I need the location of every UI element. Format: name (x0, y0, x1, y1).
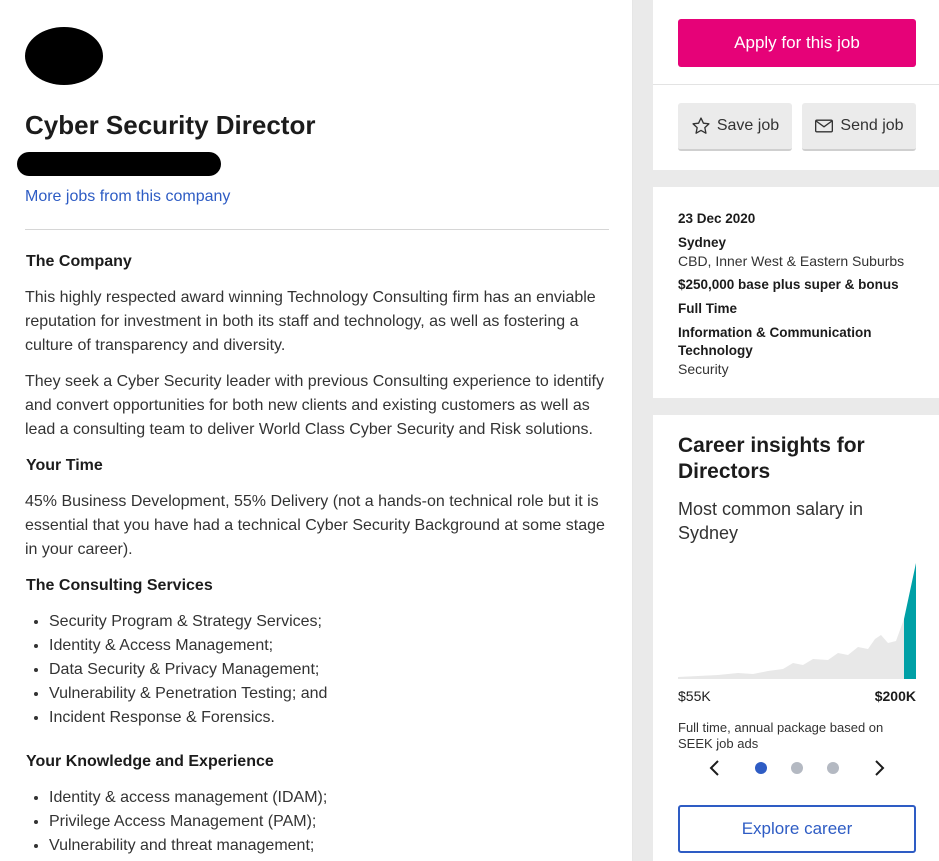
list-item: Identity & Access Management; (49, 634, 615, 658)
services-heading: The Consulting Services (26, 577, 213, 594)
carousel-dot[interactable] (791, 762, 803, 774)
career-insights-card: Career insights for Directors Most commo… (653, 415, 939, 861)
save-job-button[interactable]: Save job (678, 103, 792, 151)
subclassification: Security (678, 361, 729, 377)
apply-button[interactable]: Apply for this job (678, 19, 916, 67)
salary-max-label: $200K (874, 688, 916, 704)
job-title: Cyber Security Director (25, 110, 316, 140)
save-job-label: Save job (716, 117, 780, 134)
company-paragraph-2: They seek a Cyber Security leader with p… (25, 373, 604, 438)
chevron-left-icon[interactable] (703, 755, 727, 781)
list-item: Security Program & Strategy Services; (49, 610, 615, 634)
send-job-label: Send job (840, 117, 904, 134)
salary-distribution-chart (678, 563, 916, 679)
list-item: Incident Response & Forensics. (49, 706, 615, 730)
area: CBD, Inner West & Eastern Suburbs (678, 253, 905, 269)
star-outline-icon (691, 116, 711, 136)
location: Sydney (678, 235, 727, 250)
salary: $250,000 base plus super & bonus (678, 277, 899, 292)
classification: Information & Communication Technology (678, 325, 872, 358)
insights-subtitle: Most common salary in Sydney (678, 499, 864, 543)
more-jobs-link[interactable]: More jobs from this company (25, 188, 230, 206)
time-paragraph: 45% Business Development, 55% Delivery (… (25, 493, 605, 558)
knowledge-heading: Your Knowledge and Experience (26, 753, 274, 770)
carousel-dot[interactable] (827, 762, 839, 774)
explore-career-button[interactable]: Explore career (678, 805, 916, 853)
carousel-dot[interactable] (755, 762, 767, 774)
job-info-card: 23 Dec 2020 Sydney CBD, Inner West & Eas… (653, 187, 939, 398)
send-job-button[interactable]: Send job (802, 103, 916, 151)
knowledge-list: Identity & access management (IDAM); Pri… (49, 786, 615, 858)
company-paragraph-1: This highly respected award winning Tech… (25, 289, 596, 354)
list-item: Vulnerability & Penetration Testing; and (49, 682, 615, 706)
company-logo (25, 27, 103, 85)
services-list: Security Program & Strategy Services; Id… (49, 610, 615, 730)
job-meta: 23 Dec 2020 Sydney CBD, Inner West & Eas… (678, 210, 933, 378)
insights-carousel (678, 755, 916, 781)
job-description-panel: Cyber Security Director More jobs from t… (0, 0, 633, 861)
insights-title: Career insights for Directors (678, 434, 865, 483)
work-type: Full Time (678, 301, 738, 316)
salary-distribution-area (678, 619, 916, 679)
list-item: Data Security & Privacy Management; (49, 658, 615, 682)
time-heading: Your Time (26, 457, 103, 474)
envelope-icon (814, 118, 834, 134)
salary-highlight-bar (904, 563, 916, 679)
salary-min-label: $55K (678, 688, 711, 704)
actions-card: Apply for this job Save job Send job (653, 0, 939, 170)
list-item: Vulnerability and threat management; (49, 834, 615, 858)
chevron-right-icon[interactable] (867, 755, 891, 781)
advertiser-name-redacted (17, 152, 221, 176)
divider (25, 229, 609, 230)
insights-note: Full time, annual package based on SEEK … (678, 720, 884, 751)
list-item: Privilege Access Management (PAM); (49, 810, 615, 834)
company-heading: The Company (26, 253, 132, 270)
listing-date: 23 Dec 2020 (678, 211, 756, 226)
job-details: The Company This highly respected award … (25, 250, 615, 861)
divider (653, 84, 939, 85)
list-item: Identity & access management (IDAM); (49, 786, 615, 810)
